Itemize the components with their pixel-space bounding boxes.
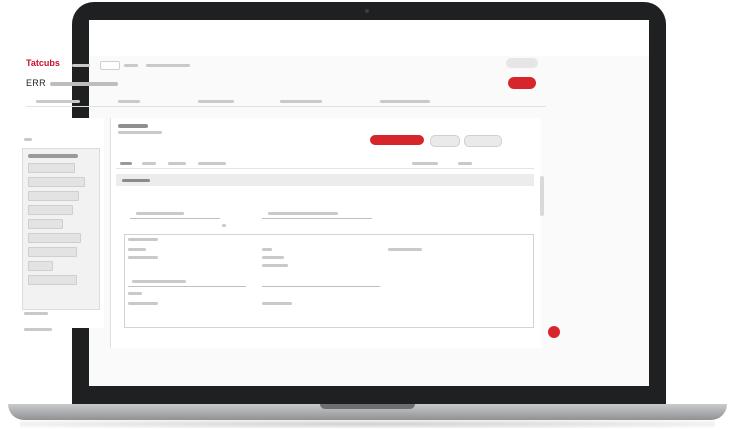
tab-right-2[interactable]	[458, 162, 472, 165]
create-button[interactable]	[508, 77, 536, 89]
group-field-b-value	[262, 256, 284, 259]
screen-bezel	[89, 386, 649, 402]
selected-row[interactable]	[116, 174, 534, 186]
group-field-b	[262, 248, 272, 251]
tab-3[interactable]	[168, 162, 186, 165]
field-hint-1	[222, 224, 226, 227]
nav-placeholder-2	[124, 64, 138, 67]
form-field-1-text	[136, 212, 184, 215]
tab-4[interactable]	[198, 162, 226, 165]
sidebar-top-item[interactable]	[24, 138, 32, 141]
subnav-item-1[interactable]	[36, 100, 80, 103]
group-field-a-value	[128, 256, 158, 259]
subnav-item-2[interactable]	[118, 100, 140, 103]
sidebar-footer-item-2[interactable]	[24, 328, 52, 331]
group-field-b-value-2	[262, 264, 288, 267]
nav-placeholder-3	[146, 64, 190, 67]
subnav-item-3[interactable]	[198, 100, 234, 103]
group-label	[128, 238, 158, 241]
tertiary-action-button[interactable]	[464, 135, 502, 147]
group-select-1-text	[132, 280, 186, 283]
sidebar-item-1[interactable]	[28, 163, 75, 173]
nav-placeholder-1	[72, 64, 90, 67]
tab-active[interactable]	[100, 61, 120, 70]
sidebar-footer-item-1[interactable]	[24, 312, 48, 315]
group-divider-label	[128, 292, 142, 295]
sidebar-heading	[28, 154, 78, 158]
laptop-notch	[320, 404, 415, 409]
tab-2[interactable]	[142, 162, 156, 165]
subnav-item-5[interactable]	[380, 100, 430, 103]
page-title-rest	[50, 82, 118, 86]
primary-action-button[interactable]	[370, 135, 424, 145]
sidebar-item-6[interactable]	[28, 233, 81, 243]
group-field-e	[262, 302, 292, 305]
help-icon[interactable]	[548, 326, 560, 338]
selected-row-label	[122, 179, 150, 182]
user-menu[interactable]	[506, 58, 538, 68]
sidebar-item-2[interactable]	[28, 177, 85, 187]
tab-right-1[interactable]	[412, 162, 438, 165]
sidebar-item-7[interactable]	[28, 247, 77, 257]
section-subtitle	[118, 131, 162, 134]
sidebar-item-8[interactable]	[28, 261, 53, 271]
sidebar-item-3[interactable]	[28, 191, 79, 201]
tab-1[interactable]	[120, 162, 132, 165]
form-field-2-text	[268, 212, 338, 215]
group-field-c[interactable]	[388, 248, 422, 251]
group-select-2[interactable]	[262, 276, 380, 287]
sidebar-item-5[interactable]	[28, 219, 63, 229]
sidebar-item-4[interactable]	[28, 205, 73, 215]
laptop-shadow	[20, 420, 715, 428]
camera-icon	[365, 9, 369, 13]
section-title	[118, 124, 148, 128]
scrollbar[interactable]	[540, 176, 544, 216]
group-field-d	[128, 302, 158, 305]
page-title: ERR	[26, 78, 46, 88]
sidebar-item-9[interactable]	[28, 275, 77, 285]
brand-logo[interactable]: Tatcubs	[26, 58, 60, 68]
secondary-action-button[interactable]	[430, 135, 460, 147]
group-field-a	[128, 248, 146, 251]
top-bar	[89, 20, 649, 56]
subnav-item-4[interactable]	[280, 100, 322, 103]
